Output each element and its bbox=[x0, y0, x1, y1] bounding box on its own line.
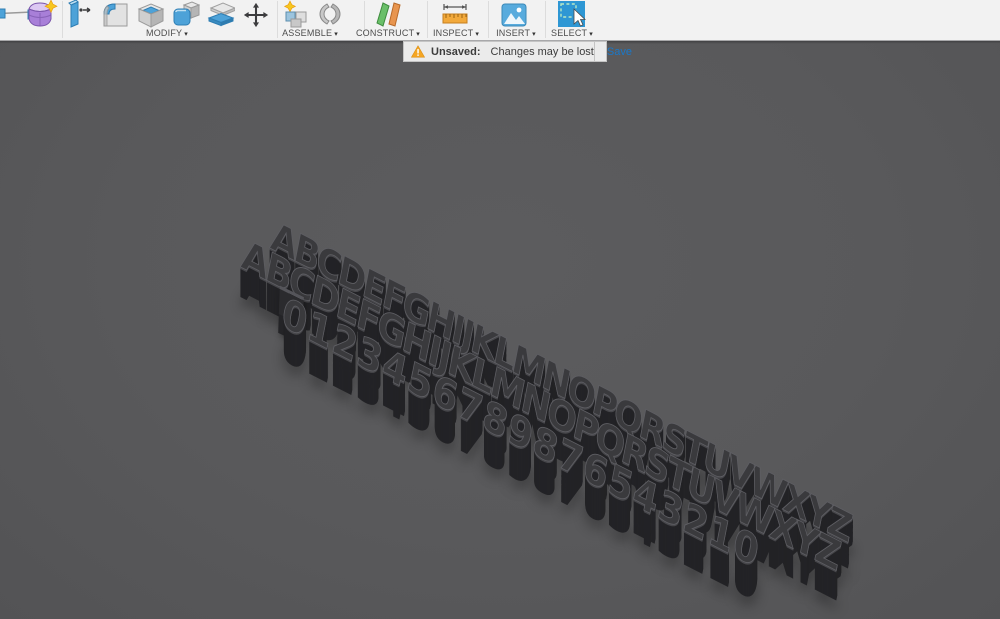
chevron-down-icon: ▾ bbox=[532, 31, 536, 38]
toolbar-separator bbox=[62, 1, 63, 38]
select-label: SELECT bbox=[551, 28, 588, 38]
combine-icon[interactable] bbox=[172, 0, 200, 28]
shell-icon[interactable] bbox=[137, 0, 165, 28]
chevron-down-icon: ▾ bbox=[334, 31, 338, 38]
construct-label: CONSTRUCT bbox=[355, 28, 415, 38]
construct-dropdown[interactable]: CONSTRUCT ▾ bbox=[348, 28, 428, 39]
ribbon-toolbar: MODIFY ▾ ASSEMBLE ▾ CONSTRUCT ▾ INSPECT ▾ bbox=[0, 0, 1000, 41]
chevron-down-icon: ▾ bbox=[475, 31, 480, 38]
modify-label: MODIFY bbox=[146, 28, 183, 38]
joint-icon[interactable] bbox=[317, 0, 343, 28]
modify-dropdown[interactable]: MODIFY ▾ bbox=[130, 28, 204, 39]
create-form-icon[interactable] bbox=[24, 0, 58, 28]
model-viewport-canvas[interactable]: Unsaved: Changes may be lost Save ABCDEF… bbox=[0, 41, 1000, 619]
construction-plane-icon[interactable] bbox=[373, 0, 403, 28]
chevron-down-icon: ▾ bbox=[589, 31, 593, 38]
unsaved-message: Changes may be lost bbox=[490, 45, 594, 58]
new-component-icon[interactable] bbox=[282, 0, 310, 28]
fillet-icon[interactable] bbox=[101, 0, 129, 28]
select-window-icon[interactable] bbox=[556, 0, 586, 28]
move-copy-icon[interactable] bbox=[243, 2, 269, 28]
press-pull-icon[interactable] bbox=[66, 0, 94, 28]
assemble-label: ASSEMBLE bbox=[282, 28, 333, 38]
unsaved-title: Unsaved: bbox=[431, 45, 481, 58]
insert-image-icon[interactable] bbox=[500, 2, 528, 28]
unsaved-notification-bar: Unsaved: Changes may be lost Save bbox=[403, 41, 632, 62]
assemble-dropdown[interactable]: ASSEMBLE ▾ bbox=[270, 28, 350, 39]
warning-triangle-icon bbox=[411, 45, 425, 58]
inspect-label: INSPECT bbox=[432, 28, 474, 38]
chevron-down-icon: ▾ bbox=[184, 31, 188, 38]
offset-face-icon[interactable] bbox=[207, 0, 235, 28]
select-dropdown[interactable]: SELECT ▾ bbox=[538, 28, 606, 39]
save-button[interactable]: Save bbox=[593, 42, 644, 61]
insert-label: INSERT bbox=[496, 28, 531, 38]
measure-icon[interactable] bbox=[440, 2, 470, 28]
